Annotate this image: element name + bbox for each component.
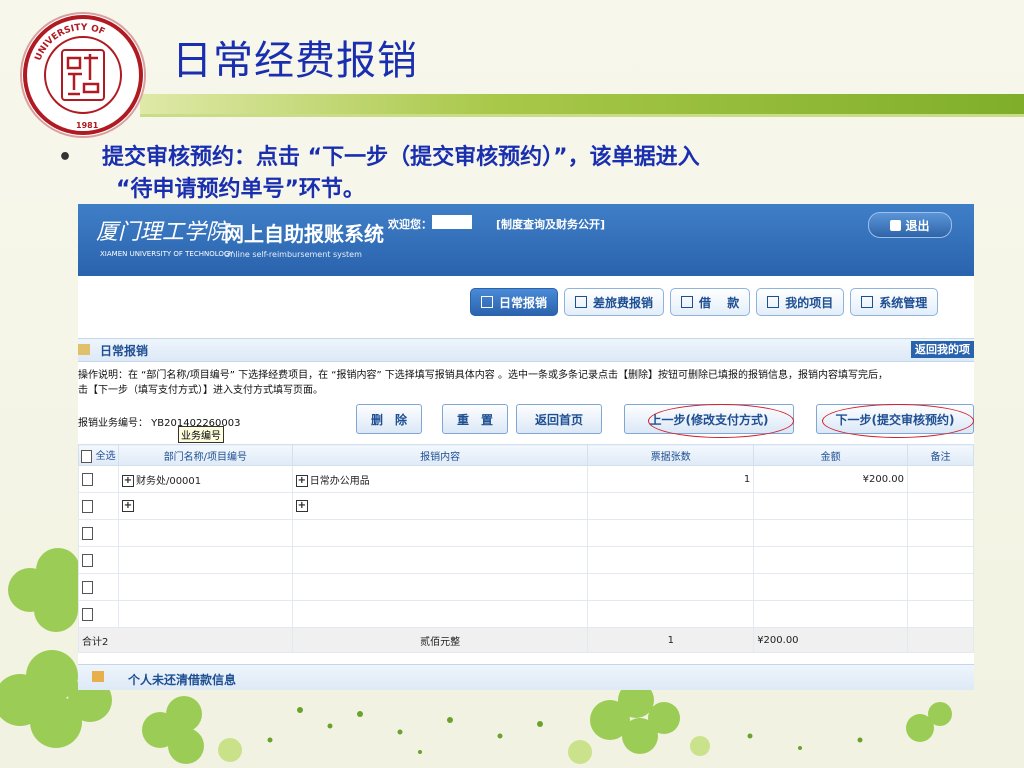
tab-daily-reimbursement[interactable]: 日常报销	[470, 288, 559, 316]
header-band-line	[140, 114, 1024, 117]
expand-icon[interactable]: +	[121, 474, 134, 487]
section-title: 日常报销	[100, 344, 149, 358]
university-seal: UNIVERSITY OF 1981	[20, 12, 146, 138]
table-row	[78, 573, 974, 601]
row-checkbox[interactable]	[82, 499, 93, 513]
row-checkbox[interactable]	[82, 580, 93, 594]
delete-label: 删 除	[370, 412, 407, 427]
checkbox[interactable]	[81, 449, 93, 463]
tab-label: 系统管理	[879, 295, 928, 310]
logout-label: 退出	[905, 218, 930, 233]
row-checkbox[interactable]	[82, 526, 93, 540]
school-english-name: XIAMEN UNIVERSITY OF TECHNOLOGY	[100, 250, 234, 258]
bullet-text-line2: “待申请预约单号”环节。	[116, 177, 365, 202]
loan-info-icon	[92, 671, 104, 682]
table-row	[78, 519, 974, 547]
home-label: 返回首页	[534, 412, 583, 427]
app-screenshot: 厦门理工学院 XIAMEN UNIVERSITY OF TECHNOLOGY 网…	[78, 204, 974, 690]
truck-icon	[575, 296, 588, 308]
app-header: 厦门理工学院 XIAMEN UNIVERSITY OF TECHNOLOGY 网…	[78, 204, 974, 276]
loan-section-header: 个人未还清借款信息	[78, 664, 974, 690]
count-cell: 1	[587, 465, 755, 493]
table-row	[78, 546, 974, 574]
highlight-ellipse-prev	[648, 404, 794, 438]
instructions-line2: 击【下一步（填写支付方式）】进入支付方式填写页面。	[78, 385, 323, 396]
header-amount: 金额	[753, 444, 909, 466]
instructions-line1: 操作说明：在 “部门名称/项目编号” 下选择经费项目，在 “报销内容” 下选择填…	[78, 370, 888, 381]
header-label: 全选	[95, 451, 116, 463]
tab-label: 借 款	[699, 295, 740, 310]
tab-label: 日常报销	[499, 295, 548, 310]
section-icon	[78, 344, 90, 355]
tab-label: 差旅费报销	[593, 295, 654, 310]
table-row: + +	[78, 492, 974, 520]
system-name: 网上自助报账系统	[224, 222, 384, 246]
tab-travel-reimbursement[interactable]: 差旅费报销	[564, 288, 665, 316]
amount-cell: ¥200.00	[753, 465, 909, 493]
table-row	[78, 600, 974, 628]
seal-year: 1981	[76, 121, 99, 130]
policy-link[interactable]: [制度查询及财务公开]	[496, 216, 605, 232]
total-amount-words: 贰佰元整	[291, 627, 589, 653]
reset-label: 重 置	[456, 412, 493, 427]
tab-loan[interactable]: 借 款	[670, 288, 751, 316]
home-button[interactable]: 返回首页	[516, 404, 602, 434]
highlight-ellipse-next	[822, 404, 974, 438]
content-cell: 日常办公用品	[309, 475, 370, 487]
instructions: 操作说明：在 “部门名称/项目编号” 下选择经费项目，在 “报销内容” 下选择填…	[78, 368, 974, 398]
welcome-label: 欢迎您：	[388, 218, 432, 231]
total-count: 1	[587, 627, 755, 653]
total-amount: ¥200.00	[753, 627, 909, 653]
loan-section-title: 个人未还清借款信息	[128, 673, 237, 687]
tab-system-admin[interactable]: 系统管理	[850, 288, 939, 316]
school-calligraphy: 厦门理工学院	[96, 220, 229, 245]
header-count: 票据张数	[587, 444, 755, 466]
total-row: 合计2 贰佰元整 1 ¥200.00	[78, 627, 974, 653]
document-icon	[481, 296, 493, 308]
delete-button[interactable]: 删 除	[356, 404, 422, 434]
system-subtitle: Online self-reimbursement system	[224, 250, 362, 259]
table-row: + 财务处/00001 + 日常办公用品 1 ¥200.00	[78, 465, 974, 493]
back-link[interactable]: 返回我的项	[911, 341, 974, 358]
expand-icon[interactable]: +	[295, 474, 308, 487]
slide-title: 日常经费报销	[172, 38, 418, 84]
expand-icon[interactable]: +	[295, 500, 308, 512]
bullet-dot: •	[58, 145, 73, 170]
note-cell	[907, 465, 974, 493]
redacted-username	[432, 215, 472, 229]
expand-icon[interactable]: +	[121, 500, 134, 512]
reimbursement-table: 全选 部门名称/项目编号 报销内容 票据张数 金额 备注 + 财务处/00001 …	[78, 444, 974, 653]
header-dept: 部门名称/项目编号	[117, 444, 293, 466]
header-content: 报销内容	[291, 444, 589, 466]
row-checkbox[interactable]	[82, 472, 93, 486]
section-header: 日常报销 返回我的项	[78, 338, 974, 362]
bullet-text-line1: 提交审核预约：点击 “下一步（提交审核预约）”，该单据进入	[102, 145, 700, 170]
business-number-tooltip: 业务编号	[178, 426, 224, 443]
tab-my-projects[interactable]: 我的项目	[756, 288, 845, 316]
dept-cell: 财务处/00001	[135, 475, 202, 487]
reset-button[interactable]: 重 置	[442, 404, 508, 434]
loan-icon	[681, 296, 694, 308]
total-label: 合计2	[78, 627, 293, 653]
main-nav: 日常报销 差旅费报销 借 款 我的项目 系统管理	[470, 288, 939, 318]
power-icon	[890, 219, 902, 231]
row-checkbox[interactable]	[82, 553, 93, 567]
logout-button[interactable]: 退出	[868, 212, 952, 238]
header-select-all[interactable]: 全选	[78, 444, 119, 466]
row-checkbox[interactable]	[82, 607, 93, 621]
settings-icon	[861, 296, 874, 308]
list-icon	[767, 296, 780, 308]
header-note: 备注	[907, 444, 974, 466]
tab-label: 我的项目	[785, 295, 834, 310]
header-band	[140, 94, 1024, 114]
